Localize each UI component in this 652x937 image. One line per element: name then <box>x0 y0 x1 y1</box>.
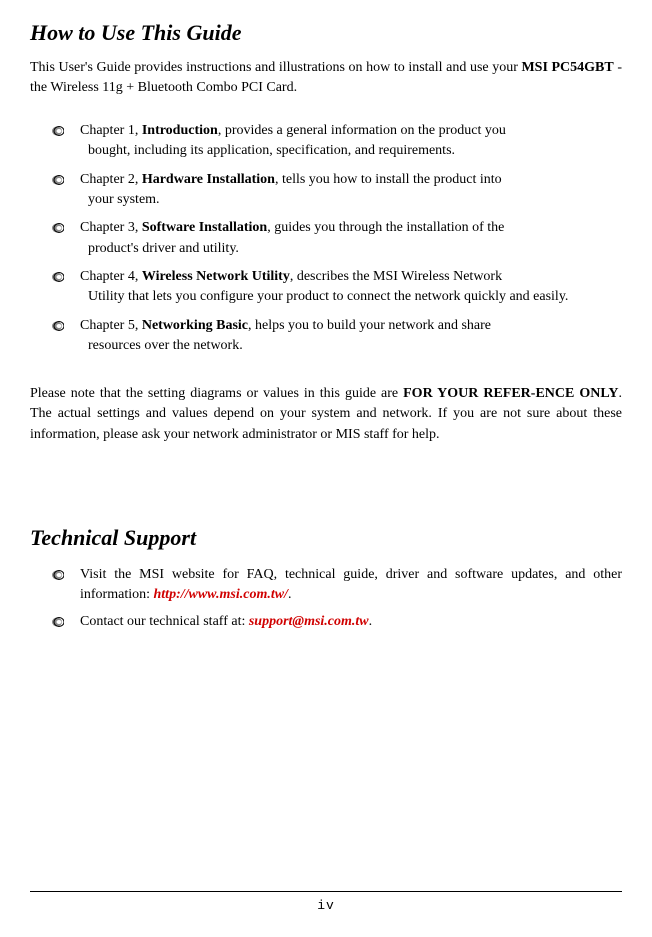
chapter-rest2: product's driver and utility. <box>80 239 504 259</box>
chapter-rest2: resources over the network. <box>80 336 491 356</box>
chapter-rest2: Utility that lets you configure your pro… <box>80 287 568 307</box>
chapter-text: Chapter 3, Software Installation, guides… <box>80 218 504 259</box>
bullet-icon <box>52 126 64 136</box>
chapter-title: Hardware Installation <box>142 172 275 187</box>
chapter-list: Chapter 1, Introduction, provides a gene… <box>52 121 622 356</box>
email-link[interactable]: support@msi.com.tw <box>249 614 369 629</box>
chapter-text: Chapter 5, Networking Basic, helps you t… <box>80 316 491 357</box>
note-bold: FOR YOUR REFER-ENCE ONLY <box>403 386 618 401</box>
chapter-title: Wireless Network Utility <box>142 269 290 284</box>
bullet-icon <box>52 272 64 282</box>
chapter-title: Software Installation <box>142 220 267 235</box>
chapter-text: Chapter 2, Hardware Installation, tells … <box>80 170 502 211</box>
chapter-rest1: , helps you to build your network and sh… <box>248 318 491 333</box>
chapter-item: Chapter 3, Software Installation, guides… <box>52 218 622 259</box>
chapter-prefix: Chapter 2, <box>80 172 142 187</box>
section-heading-guide: How to Use This Guide <box>30 20 622 46</box>
chapter-item: Chapter 5, Networking Basic, helps you t… <box>52 316 622 357</box>
footer-divider <box>30 891 622 892</box>
chapter-item: Chapter 1, Introduction, provides a gene… <box>52 121 622 162</box>
chapter-rest2: your system. <box>80 190 502 210</box>
chapter-rest1: , describes the MSI Wireless Network <box>290 269 502 284</box>
tech-line1: Visit the MSI website for FAQ, technical… <box>80 567 557 582</box>
tech-item: Visit the MSI website for FAQ, technical… <box>52 565 622 606</box>
tech-text: Visit the MSI website for FAQ, technical… <box>80 565 622 606</box>
footer: iv <box>30 891 622 913</box>
note-text-1: Please note that the setting diagrams or… <box>30 386 403 401</box>
chapter-prefix: Chapter 4, <box>80 269 142 284</box>
chapter-title: Networking Basic <box>142 318 248 333</box>
chapter-rest1: , tells you how to install the product i… <box>275 172 502 187</box>
note-paragraph: Please note that the setting diagrams or… <box>30 384 622 445</box>
chapter-rest2: bought, including its application, speci… <box>80 141 506 161</box>
tech-item: Contact our technical staff at: support@… <box>52 612 622 632</box>
chapter-prefix: Chapter 3, <box>80 220 142 235</box>
chapter-item: Chapter 2, Hardware Installation, tells … <box>52 170 622 211</box>
chapter-prefix: Chapter 1, <box>80 123 142 138</box>
page-number: iv <box>30 898 622 913</box>
intro-text-1: This User's Guide provides instructions … <box>30 60 521 75</box>
bullet-icon <box>52 175 64 185</box>
bullet-icon <box>52 617 64 627</box>
tech-list: Visit the MSI website for FAQ, technical… <box>52 565 622 632</box>
chapter-rest1: , guides you through the installation of… <box>267 220 504 235</box>
chapter-title: Introduction <box>142 123 218 138</box>
bullet-icon <box>52 321 64 331</box>
website-link[interactable]: http://www.msi.com.tw/ <box>154 587 288 602</box>
tech-line2b: . <box>288 587 292 602</box>
tech2-p1: Contact our technical staff at: <box>80 614 249 629</box>
tech2-p2: . <box>369 614 373 629</box>
intro-paragraph: This User's Guide provides instructions … <box>30 58 622 97</box>
product-name: MSI PC54GBT <box>521 60 613 75</box>
chapter-rest1: , provides a general information on the … <box>218 123 506 138</box>
section-heading-tech: Technical Support <box>30 525 622 551</box>
chapter-text: Chapter 4, Wireless Network Utility, des… <box>80 267 568 308</box>
chapter-prefix: Chapter 5, <box>80 318 142 333</box>
chapter-text: Chapter 1, Introduction, provides a gene… <box>80 121 506 162</box>
bullet-icon <box>52 570 64 580</box>
bullet-icon <box>52 223 64 233</box>
tech-text: Contact our technical staff at: support@… <box>80 612 372 632</box>
chapter-item: Chapter 4, Wireless Network Utility, des… <box>52 267 622 308</box>
